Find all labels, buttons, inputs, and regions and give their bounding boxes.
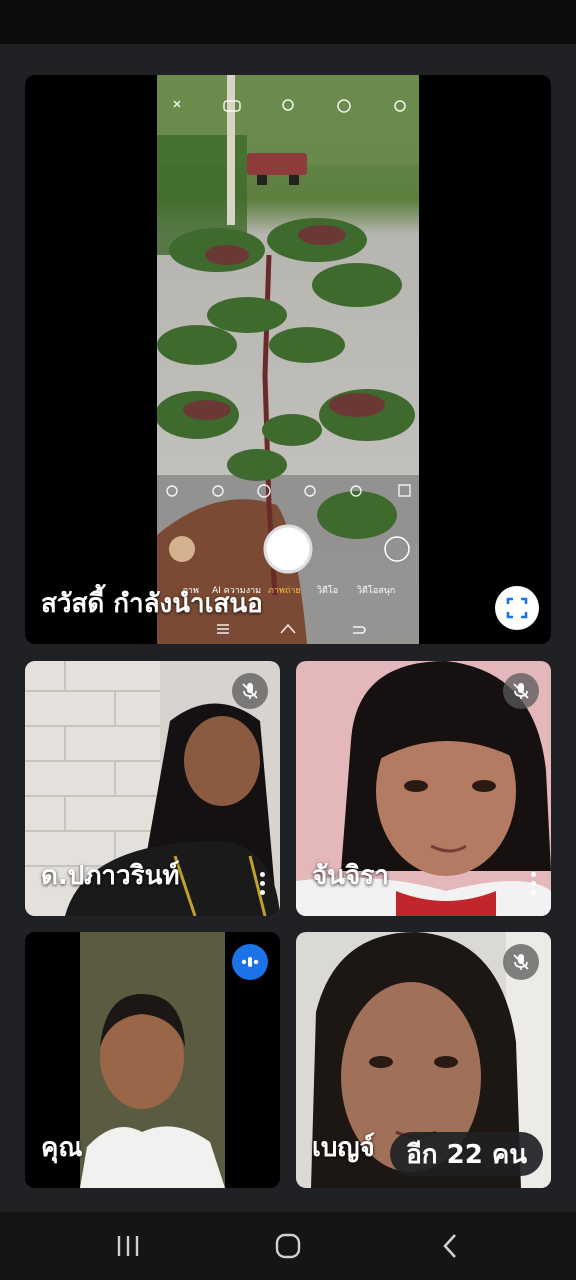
mic-muted-indicator xyxy=(503,944,539,980)
participant-name: จันจิรา xyxy=(312,861,389,891)
mic-muted-indicator xyxy=(503,673,539,709)
participant-name: เบญจ์ xyxy=(312,1133,375,1163)
shared-camera-preview: ภาพ AI ความงาม ภาพถ่าย วิดีโอ วิดีโอสนุก xyxy=(157,75,419,644)
participant-tile-self[interactable]: คุณ xyxy=(25,932,280,1188)
participant-tile[interactable]: เบญจ์ อีก 22 คน xyxy=(296,932,551,1188)
back-icon xyxy=(443,1234,456,1258)
recents-icon xyxy=(117,1236,139,1256)
status-bar xyxy=(0,0,576,44)
camera-mode-label: ภาพถ่าย xyxy=(268,586,301,596)
participant-tile[interactable]: ด.ปภาวรินท์ xyxy=(25,661,280,916)
home-button[interactable] xyxy=(270,1230,306,1262)
participant-tile[interactable]: จันจิรา xyxy=(296,661,551,916)
speaking-indicator xyxy=(232,944,268,980)
presenter-name: สวัสดี้ กำลังนำเสนอ xyxy=(41,589,263,619)
shared-screen: ภาพ AI ความงาม ภาพถ่าย วิดีโอ วิดีโอสนุก xyxy=(157,75,419,644)
home-icon xyxy=(275,1233,301,1259)
mic-off-icon xyxy=(513,954,529,970)
speaking-icon xyxy=(241,957,259,967)
back-button[interactable] xyxy=(432,1230,468,1262)
camera-mode-label: วิดีโอ xyxy=(317,585,338,596)
participant-name: คุณ xyxy=(41,1133,83,1163)
fullscreen-icon xyxy=(506,597,528,619)
participant-name: ด.ปภาวรินท์ xyxy=(41,861,180,891)
mic-off-icon xyxy=(513,683,529,699)
more-vert-icon[interactable] xyxy=(254,870,270,898)
fullscreen-button[interactable] xyxy=(495,586,539,630)
mic-off-icon xyxy=(242,683,258,699)
more-vert-icon[interactable] xyxy=(525,870,541,898)
camera-mode-label: วิดีโอสนุก xyxy=(357,585,395,596)
recents-button[interactable] xyxy=(110,1230,146,1262)
mic-muted-indicator xyxy=(232,673,268,709)
system-nav-bar xyxy=(0,1212,576,1280)
more-participants-button[interactable]: อีก 22 คน xyxy=(390,1132,543,1176)
presentation-tile[interactable]: ภาพ AI ความงาม ภาพถ่าย วิดีโอ วิดีโอสนุก… xyxy=(25,75,551,644)
